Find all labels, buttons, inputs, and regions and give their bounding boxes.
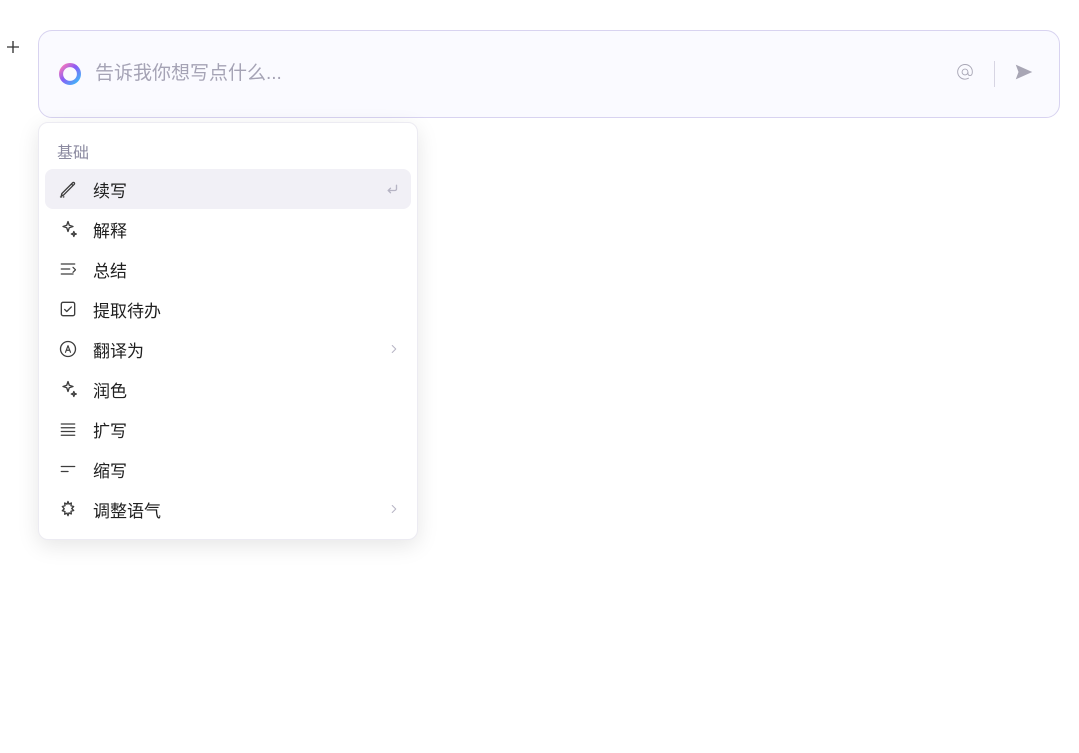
menu-item-2[interactable]: 总结 xyxy=(39,249,417,289)
menu-item-label: 续写 xyxy=(93,177,383,202)
menu-item-label: 润色 xyxy=(93,377,401,402)
ai-logo-icon xyxy=(57,61,83,87)
menu-item-label: 总结 xyxy=(93,257,401,282)
checkbox-icon xyxy=(57,298,79,320)
sparkle-icon xyxy=(57,218,79,240)
menu-item-0[interactable]: 续写 xyxy=(45,169,411,209)
tone-icon xyxy=(57,498,79,520)
enter-key-icon xyxy=(383,180,401,198)
menu-item-1[interactable]: 解释 xyxy=(39,209,417,249)
menu-item-6[interactable]: 扩写 xyxy=(39,409,417,449)
shrink-icon xyxy=(57,458,79,480)
add-button[interactable] xyxy=(2,36,24,58)
menu-item-label: 解释 xyxy=(93,217,401,242)
at-icon xyxy=(954,61,976,83)
plus-icon xyxy=(4,38,22,56)
translate-icon xyxy=(57,338,79,360)
send-button[interactable] xyxy=(1013,61,1035,88)
menu-item-5[interactable]: 润色 xyxy=(39,369,417,409)
menu-item-label: 缩写 xyxy=(93,457,401,482)
chevron-right-icon xyxy=(387,502,401,516)
expand-icon xyxy=(57,418,79,440)
menu-item-8[interactable]: 调整语气 xyxy=(39,489,417,529)
menu-item-label: 扩写 xyxy=(93,417,401,442)
menu-item-label: 翻译为 xyxy=(93,337,387,362)
menu-item-label: 提取待办 xyxy=(93,297,401,322)
divider xyxy=(994,61,995,87)
send-icon xyxy=(1013,61,1035,83)
ai-prompt-input[interactable] xyxy=(95,63,954,85)
ai-actions-menu: 基础 续写解释总结提取待办翻译为润色扩写缩写调整语气 xyxy=(38,122,418,540)
chevron-right-icon xyxy=(387,342,401,356)
menu-section-label: 基础 xyxy=(39,131,417,169)
ai-input-bar[interactable] xyxy=(38,30,1060,118)
mention-button[interactable] xyxy=(954,61,976,88)
sparkle-icon xyxy=(57,378,79,400)
summary-icon xyxy=(57,258,79,280)
menu-item-7[interactable]: 缩写 xyxy=(39,449,417,489)
pencil-icon xyxy=(57,178,79,200)
menu-item-3[interactable]: 提取待办 xyxy=(39,289,417,329)
menu-item-label: 调整语气 xyxy=(93,497,387,522)
menu-item-4[interactable]: 翻译为 xyxy=(39,329,417,369)
